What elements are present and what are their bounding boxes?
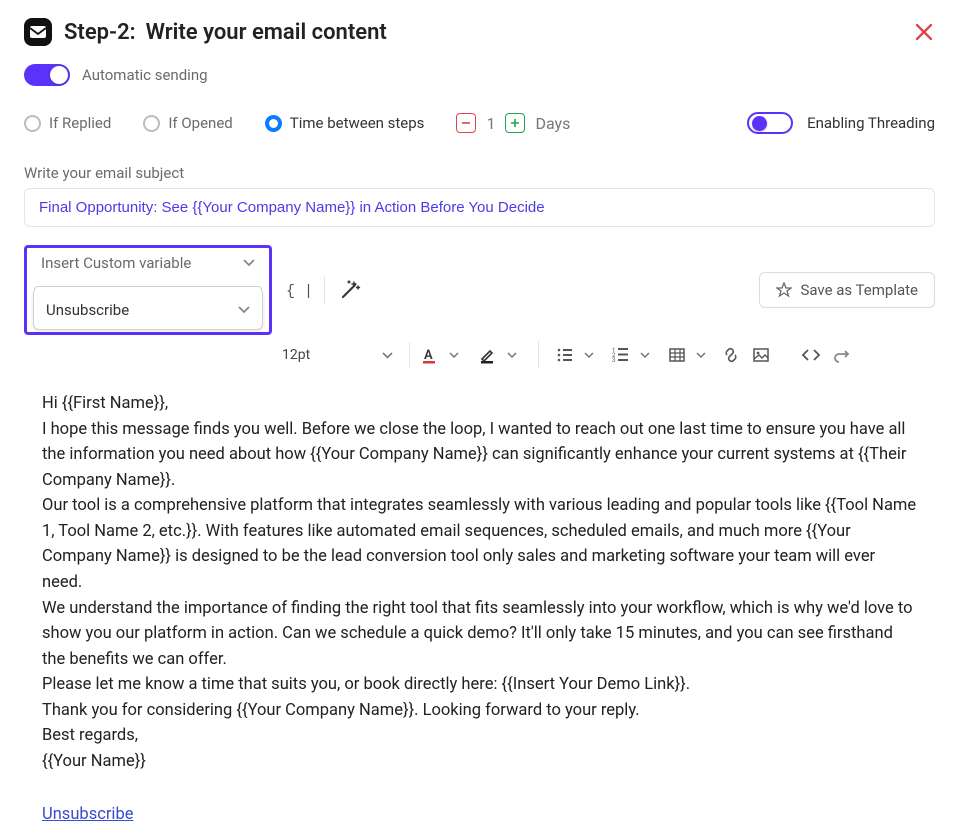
svg-text:{ | }: { | } — [286, 283, 310, 300]
email-body-editor[interactable]: Hi {{First Name}}, I hope this message f… — [24, 391, 935, 828]
body-line: Thank you for considering {{Your Company… — [42, 698, 917, 724]
step-value: 1 — [486, 114, 495, 133]
chevron-down-icon — [382, 352, 393, 359]
chevron-down-icon[interactable] — [691, 345, 711, 365]
chevron-down-icon[interactable] — [635, 345, 655, 365]
link-button[interactable] — [721, 345, 741, 365]
image-button[interactable] — [751, 345, 771, 365]
auto-sending-toggle[interactable] — [24, 64, 70, 86]
subject-label: Write your email subject — [24, 164, 935, 182]
chevron-down-icon[interactable] — [444, 345, 464, 365]
chevron-down-icon — [243, 259, 255, 267]
body-line: Hi {{First Name}}, — [42, 391, 917, 417]
table-button[interactable] — [667, 345, 687, 365]
threading-label: Enabling Threading — [807, 114, 935, 132]
custom-variable-option-unsubscribe[interactable]: Unsubscribe — [33, 290, 263, 330]
magic-wand-icon[interactable] — [339, 279, 361, 301]
time-between-radio[interactable] — [265, 115, 282, 132]
if-replied-radio[interactable] — [24, 115, 41, 132]
auto-sending-label: Automatic sending — [82, 66, 208, 84]
font-size-select[interactable]: 12pt — [282, 342, 410, 368]
undo-button[interactable] — [831, 345, 851, 365]
merge-tag-icon[interactable]: { | } — [286, 280, 310, 300]
body-line: Please let me know a time that suits you… — [42, 672, 917, 698]
save-template-button[interactable]: Save as Template — [759, 272, 935, 308]
custom-variable-placeholder: Insert Custom variable — [41, 254, 191, 272]
body-line: I hope this message finds you well. Befo… — [42, 417, 917, 494]
highlight-button[interactable] — [478, 345, 498, 365]
time-between-label: Time between steps — [290, 114, 425, 132]
chevron-down-icon[interactable] — [579, 345, 599, 365]
if-opened-radio[interactable] — [143, 115, 160, 132]
custom-variable-dropdown[interactable]: Insert Custom variable Unsubscribe — [24, 245, 272, 335]
chevron-down-icon[interactable] — [502, 345, 522, 365]
star-icon — [776, 282, 792, 298]
page-title: Write your email content — [146, 20, 387, 45]
step-prefix: Step-2: — [64, 20, 136, 45]
email-icon — [24, 18, 52, 46]
svg-text:A: A — [424, 348, 433, 363]
body-line: Our tool is a comprehensive platform tha… — [42, 493, 917, 595]
chevron-down-icon — [238, 306, 250, 314]
numbered-list-button[interactable]: 123 — [611, 345, 631, 365]
subject-input[interactable] — [24, 188, 935, 227]
if-replied-label: If Replied — [49, 114, 111, 132]
body-line: {{Your Name}} — [42, 749, 917, 775]
decrement-button[interactable] — [456, 113, 476, 133]
code-view-button[interactable] — [801, 345, 821, 365]
unsubscribe-link[interactable]: Unsubscribe — [42, 802, 133, 828]
if-opened-label: If Opened — [168, 114, 232, 132]
save-template-label: Save as Template — [800, 281, 918, 299]
body-line: Best regards, — [42, 723, 917, 749]
bullet-list-button[interactable] — [555, 345, 575, 365]
days-stepper: 1 Days — [456, 113, 570, 133]
toolbar-divider — [538, 341, 539, 369]
close-button[interactable] — [913, 21, 935, 43]
svg-text:3: 3 — [612, 357, 615, 364]
threading-toggle[interactable] — [747, 112, 793, 134]
body-line: We understand the importance of finding … — [42, 596, 917, 673]
toolbar-divider — [324, 276, 325, 304]
text-color-button[interactable]: A — [420, 345, 440, 365]
increment-button[interactable] — [505, 113, 525, 133]
step-unit: Days — [535, 114, 570, 133]
